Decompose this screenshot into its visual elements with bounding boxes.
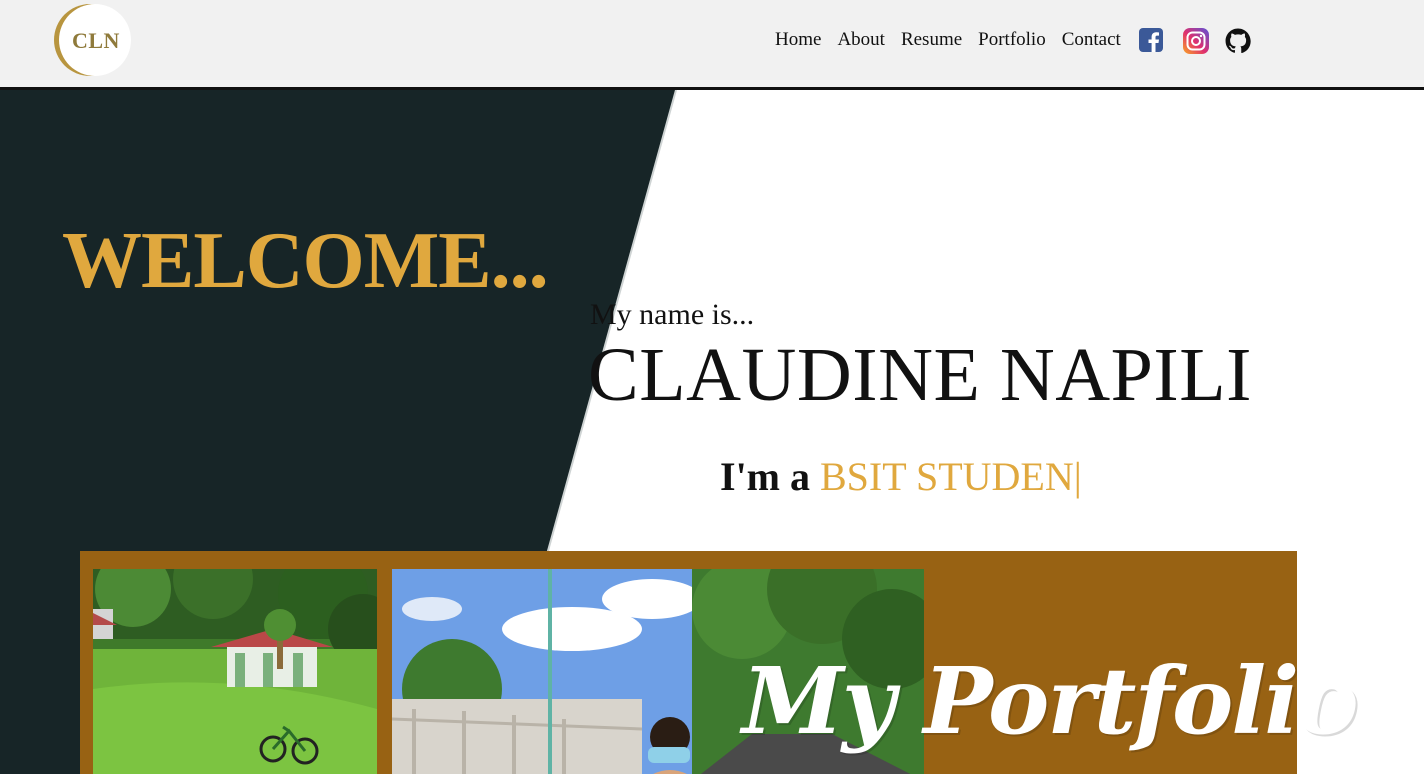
portfolio-banner-title: My Portfolio	[742, 647, 1359, 755]
site-header: CLN Home About Resume Portfolio Contact	[0, 0, 1424, 87]
nav-about[interactable]: About	[837, 27, 885, 53]
welcome-heading: WELCOME...	[62, 217, 549, 305]
social-links	[1138, 28, 1251, 54]
facebook-icon[interactable]	[1138, 28, 1163, 52]
portfolio-banner: My Portfolio	[80, 551, 1359, 774]
site-logo[interactable]: CLN	[52, 4, 132, 76]
main-nav: Home About Resume Portfolio Contact	[775, 27, 1251, 54]
role-prefix: I'm a	[720, 454, 810, 499]
nav-contact[interactable]: Contact	[1062, 27, 1121, 53]
logo-text: CLN	[72, 28, 120, 53]
role-typed-text: BSIT STUDEN	[820, 454, 1074, 499]
owner-name: CLAUDINE NAPILI	[588, 333, 1252, 417]
nav-portfolio[interactable]: Portfolio	[978, 27, 1046, 53]
github-icon[interactable]	[1225, 28, 1251, 54]
park-photo	[93, 569, 377, 774]
instagram-icon[interactable]	[1182, 28, 1209, 54]
nav-home[interactable]: Home	[775, 27, 821, 53]
nav-resume[interactable]: Resume	[901, 27, 962, 53]
typing-cursor: |	[1073, 454, 1082, 499]
intro-text: My name is...	[590, 298, 755, 331]
hero-section: WELCOME... My name is... CLAUDINE NAPILI…	[0, 90, 1424, 774]
role-line: I'm a BSIT STUDEN|	[720, 453, 1082, 501]
